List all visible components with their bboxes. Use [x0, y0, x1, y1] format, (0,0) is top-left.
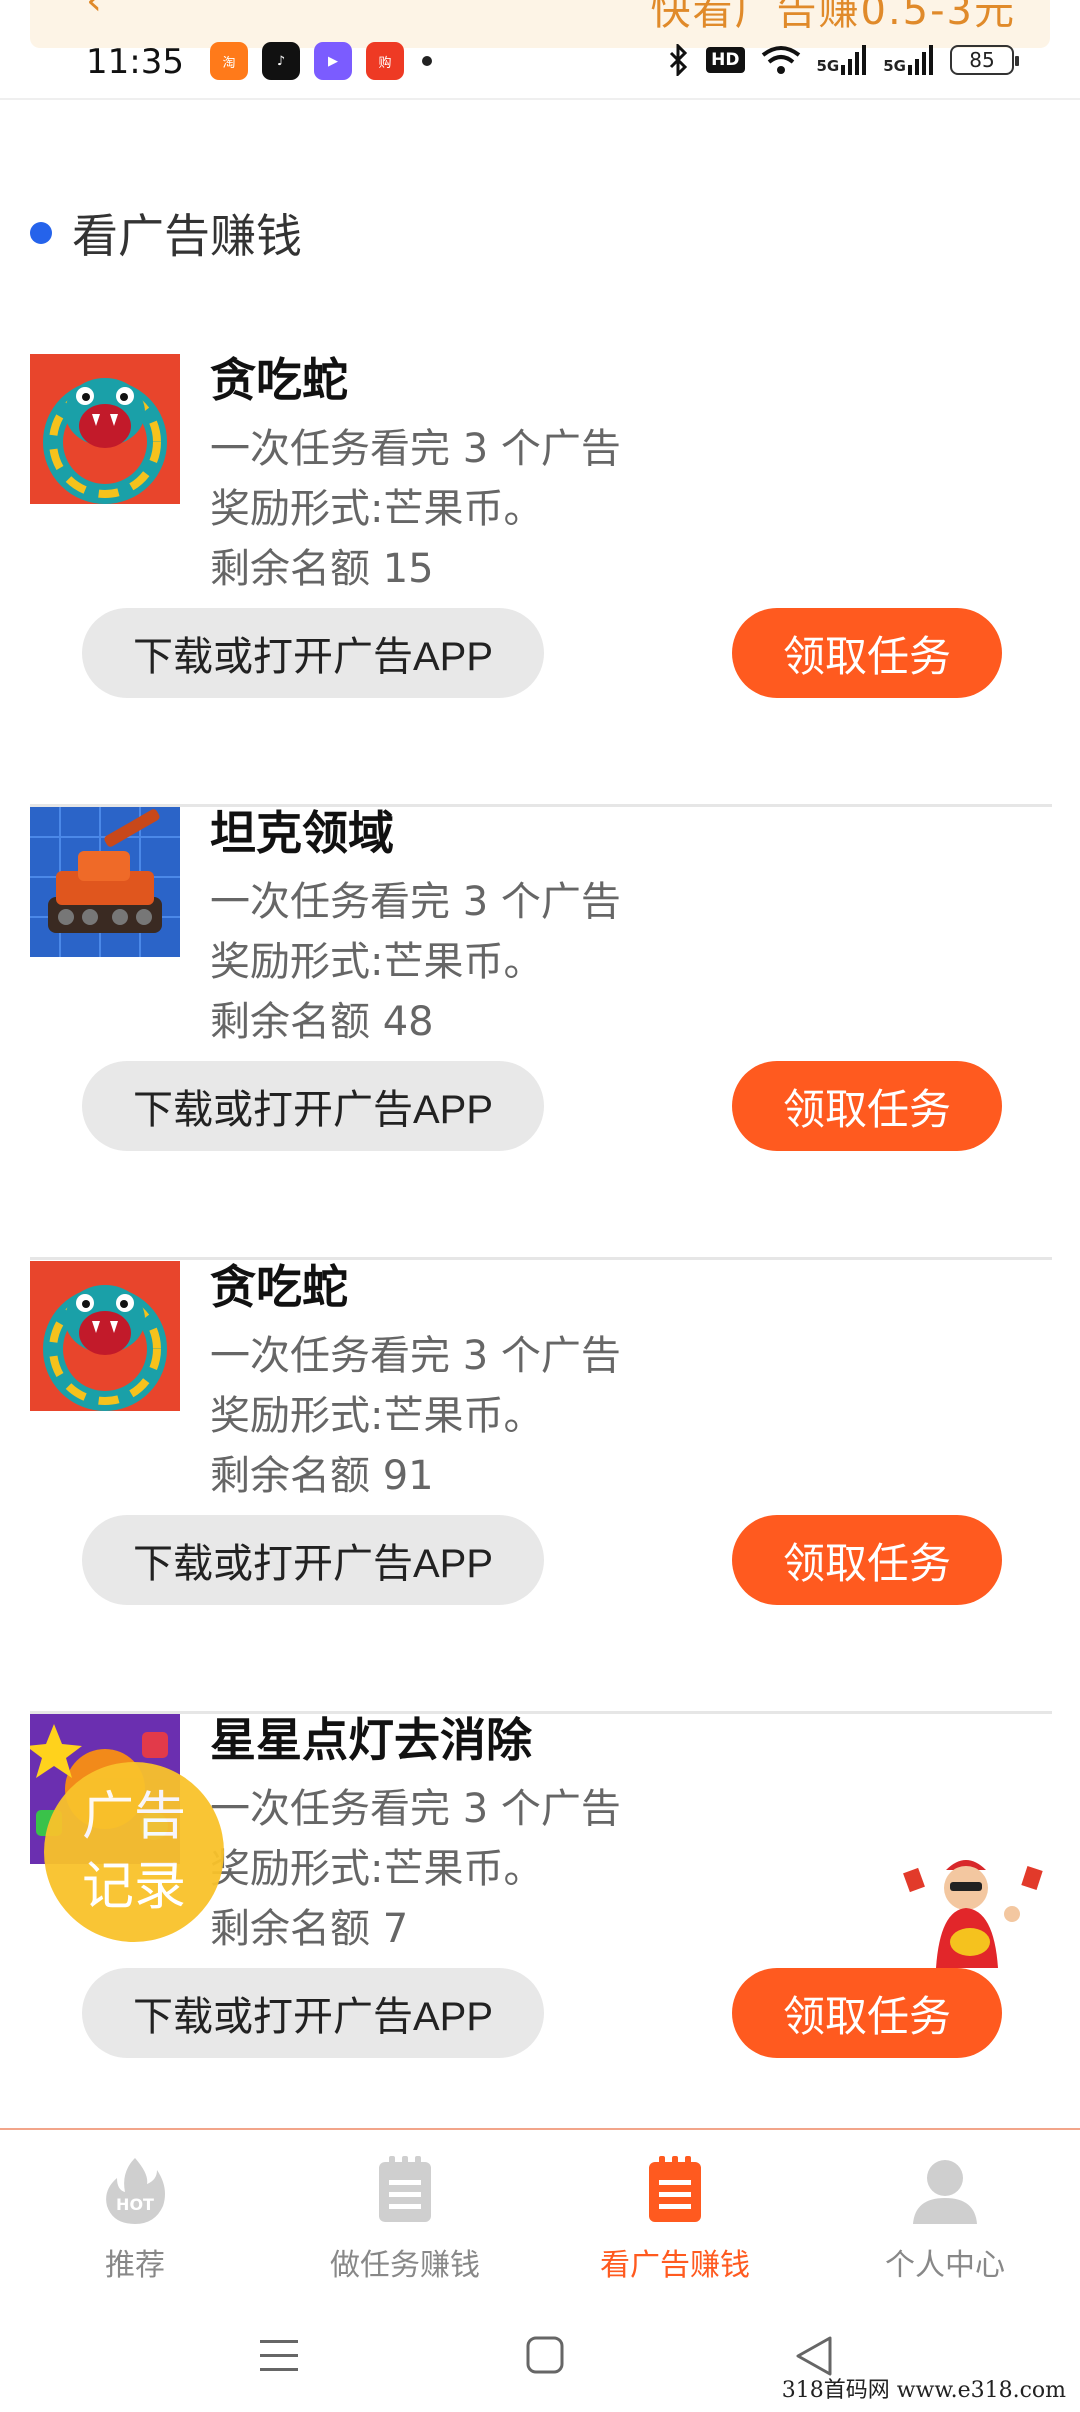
tab-label: 做任务赚钱 [330, 2248, 480, 2283]
banner-back-fragment: ‹ [86, 0, 102, 24]
menu-icon[interactable] [250, 2326, 310, 2386]
tab-label: 个人中心 [885, 2248, 1005, 2283]
bluetooth-icon [670, 44, 688, 76]
bottom-tab-bar: HOT 推荐 做任务赚钱 看广告赚钱 个人中心 [0, 2128, 1080, 2304]
ad-task-card: 贪吃蛇 一次任务看完 3 个广告 奖励形式:芒果币。 剩余名额 15 下载或打开… [30, 353, 1052, 807]
download-app-button[interactable]: 下载或打开广告APP [82, 1968, 544, 2058]
hd-voice-badge: HD [706, 47, 745, 73]
hot-flame-icon: HOT [106, 2158, 165, 2224]
ad-quota: 剩余名额 7 [210, 1906, 409, 1952]
ad-task-desc: 一次任务看完 3 个广告 [210, 879, 621, 925]
ad-task-desc: 一次任务看完 3 个广告 [210, 426, 621, 472]
tab-label: 看广告赚钱 [600, 2248, 750, 2283]
status-bar: 11:35 淘 ♪ ▶ 购 HD 5G 5G 85 [0, 38, 1080, 98]
download-app-button[interactable]: 下载或打开广告APP [82, 1515, 544, 1605]
tank-game-icon [30, 807, 180, 957]
notification-dot-icon [422, 56, 432, 66]
wifi-icon [761, 46, 800, 74]
tab-do-tasks[interactable]: 做任务赚钱 [270, 2130, 540, 2304]
tab-label: 推荐 [105, 2248, 165, 2283]
ad-task-card: 坦克领域 一次任务看完 3 个广告 奖励形式:芒果币。 剩余名额 48 下载或打… [30, 806, 1052, 1260]
signal-5g-2-icon: 5G [883, 45, 934, 75]
status-app-icons: 淘 ♪ ▶ 购 [210, 42, 432, 80]
tab-recommend[interactable]: HOT 推荐 [0, 2130, 270, 2304]
ad-record-line1: 广告 [81, 1787, 186, 1847]
claim-task-button[interactable]: 领取任务 [732, 1061, 1002, 1151]
ad-task-desc: 一次任务看完 3 个广告 [210, 1333, 621, 1379]
ad-reward-type: 奖励形式:芒果币。 [210, 939, 544, 985]
header-divider [0, 98, 1080, 100]
ad-app-name: 贪吃蛇 [210, 353, 348, 407]
tiktok-icon: ♪ [262, 42, 300, 80]
ad-quota: 剩余名额 91 [210, 1453, 434, 1499]
home-icon[interactable] [516, 2326, 576, 2386]
video-app-icon: ▶ [314, 42, 352, 80]
god-of-wealth-lottery-icon[interactable] [900, 1850, 1050, 1970]
section-dot-icon [30, 222, 52, 244]
ad-reward-type: 奖励形式:芒果币。 [210, 1846, 544, 1892]
shop-app-icon: 购 [366, 42, 404, 80]
tab-watch-ads[interactable]: 看广告赚钱 [540, 2130, 810, 2304]
claim-task-button[interactable]: 领取任务 [732, 1515, 1002, 1605]
watermark: 318首码网 www.e318.com [781, 2378, 1066, 2403]
ad-quota: 剩余名额 15 [210, 546, 434, 592]
status-time: 11:35 [86, 42, 184, 82]
ad-task-card: 贪吃蛇 一次任务看完 3 个广告 奖励形式:芒果币。 剩余名额 91 下载或打开… [30, 1260, 1052, 1714]
taobao-icon: 淘 [210, 42, 248, 80]
ad-quota: 剩余名额 48 [210, 999, 434, 1045]
claim-task-button[interactable]: 领取任务 [732, 608, 1002, 698]
download-app-button[interactable]: 下载或打开广告APP [82, 608, 544, 698]
svg-text:HOT: HOT [116, 2195, 154, 2214]
download-app-button[interactable]: 下载或打开广告APP [82, 1061, 544, 1151]
status-right: HD 5G 5G 85 [668, 44, 1019, 76]
section-header: 看广告赚钱 [30, 200, 302, 266]
signal-5g-1-icon: 5G [817, 45, 868, 75]
snake-game-icon [30, 354, 180, 504]
ad-app-name: 贪吃蛇 [210, 1260, 348, 1314]
snake-game-icon [30, 1261, 180, 1411]
profile-icon [913, 2160, 977, 2224]
ad-record-floating-button[interactable]: 广告 记录 [44, 1762, 224, 1942]
banner-text: 快看广告赚0.5-3元 [650, 0, 1016, 34]
battery-icon: 85 [950, 45, 1019, 75]
ad-reward-type: 奖励形式:芒果币。 [210, 1393, 544, 1439]
ad-task-desc: 一次任务看完 3 个广告 [210, 1786, 621, 1832]
ad-list-icon [649, 2156, 701, 2222]
claim-task-button[interactable]: 领取任务 [732, 1968, 1002, 2058]
tab-profile[interactable]: 个人中心 [810, 2130, 1080, 2304]
ad-record-line2: 记录 [81, 1857, 186, 1917]
ad-app-name: 星星点灯去消除 [210, 1713, 532, 1767]
task-list-icon [379, 2156, 431, 2222]
section-title: 看广告赚钱 [72, 209, 302, 263]
ad-reward-type: 奖励形式:芒果币。 [210, 486, 544, 532]
ad-app-name: 坦克领域 [210, 806, 394, 860]
